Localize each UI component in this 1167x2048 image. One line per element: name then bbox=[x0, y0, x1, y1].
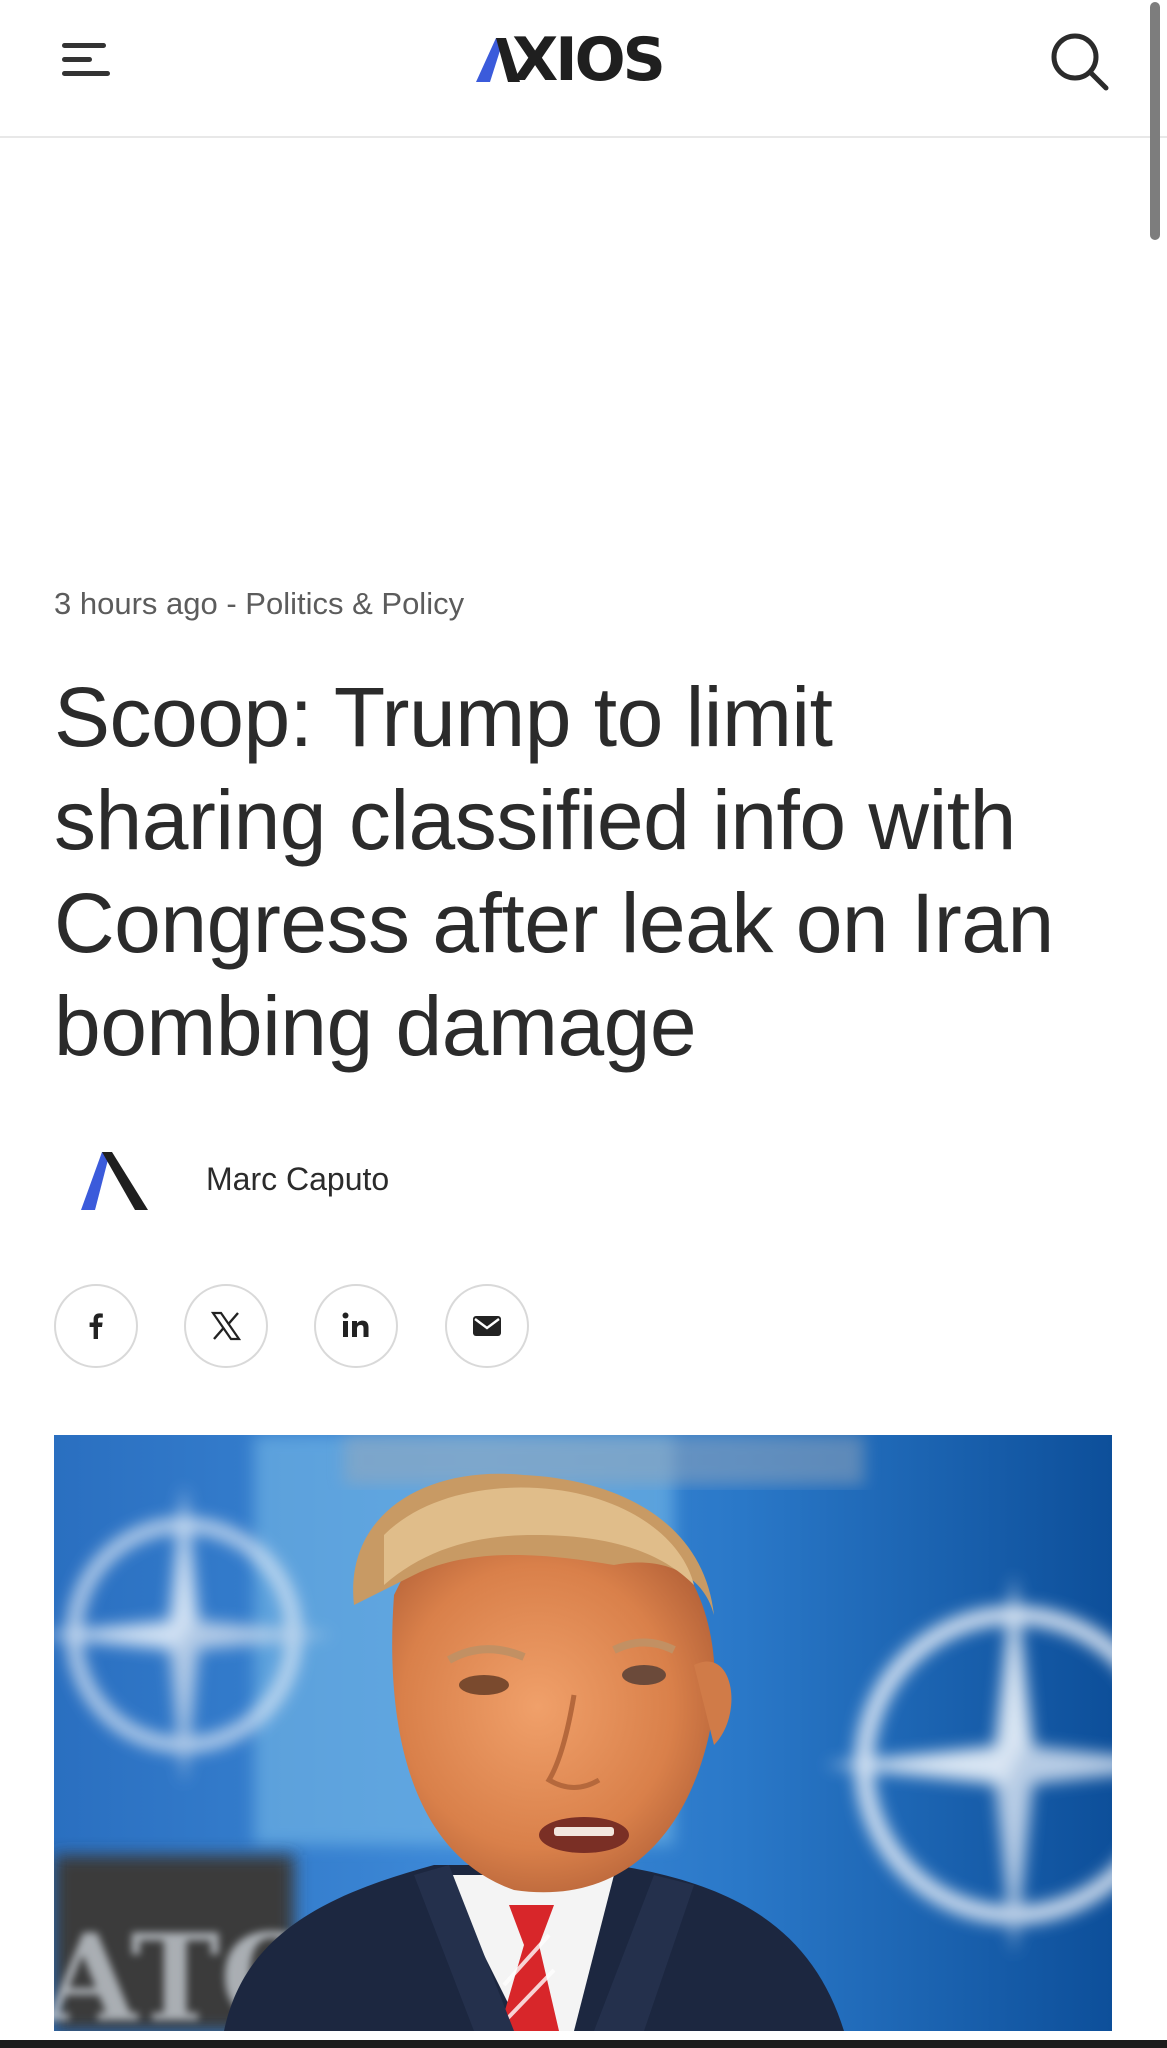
author-name[interactable]: Marc Caputo bbox=[206, 1158, 389, 1200]
article-timestamp: 3 hours ago bbox=[54, 586, 218, 621]
linkedin-icon bbox=[342, 1312, 369, 1337]
share-facebook-button[interactable] bbox=[54, 1284, 138, 1368]
axios-logo[interactable]: XIOS bbox=[476, 30, 692, 90]
top-navigation-bar: XIOS bbox=[0, 0, 1167, 138]
share-x-button[interactable] bbox=[184, 1284, 268, 1368]
email-icon bbox=[473, 1316, 501, 1336]
bottom-strip bbox=[0, 2040, 1167, 2048]
article-meta: 3 hours ago - Politics & Policy bbox=[54, 584, 464, 624]
ad-placeholder bbox=[0, 138, 1148, 568]
article-category-link[interactable]: Politics & Policy bbox=[245, 586, 464, 621]
facebook-icon bbox=[89, 1313, 103, 1339]
scrollbar-thumb[interactable] bbox=[1150, 2, 1160, 240]
article-headline: Scoop: Trump to limit sharing classified… bbox=[54, 670, 1054, 1073]
share-email-button[interactable] bbox=[445, 1284, 529, 1368]
author-avatar[interactable] bbox=[54, 1130, 174, 1230]
page-scrollbar[interactable] bbox=[1148, 0, 1167, 2048]
axios-a-logo-icon bbox=[81, 1152, 148, 1210]
logo-wordmark: XIOS bbox=[512, 25, 666, 95]
meta-separator: - bbox=[217, 586, 246, 621]
hamburger-menu-icon[interactable] bbox=[58, 38, 114, 86]
article-hero-image[interactable]: ATO bbox=[54, 1435, 1112, 2031]
x-twitter-icon bbox=[210, 1311, 242, 1341]
hero-photo: ATO bbox=[54, 1435, 1112, 2031]
share-linkedin-button[interactable] bbox=[314, 1284, 398, 1368]
search-icon[interactable] bbox=[1048, 30, 1112, 94]
